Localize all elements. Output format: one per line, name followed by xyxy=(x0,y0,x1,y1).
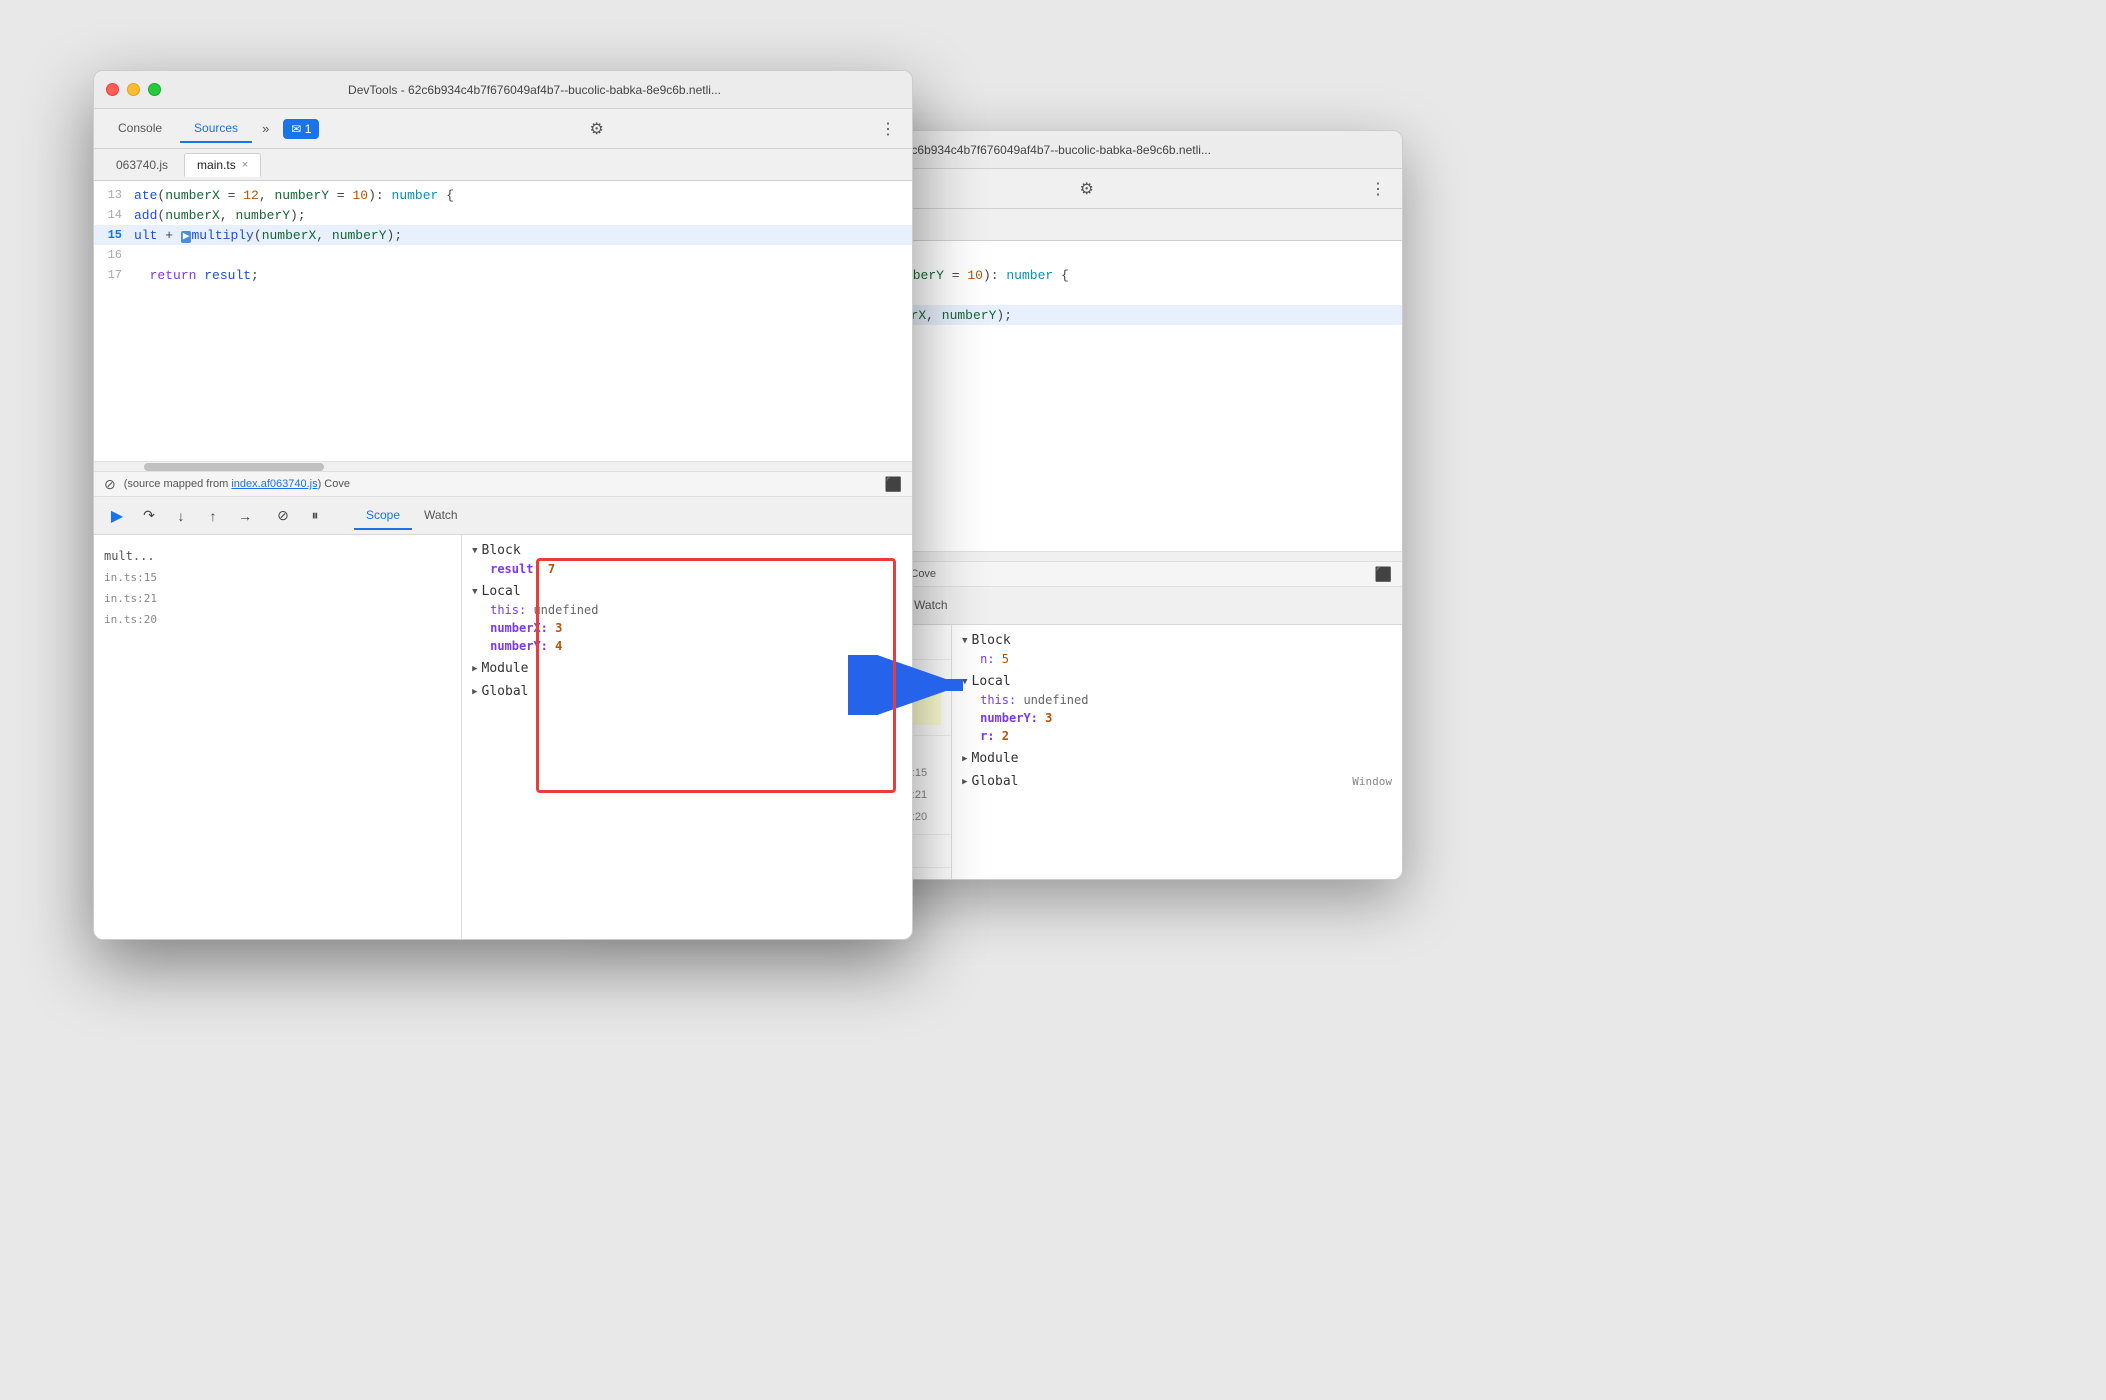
front-scope-local: ▼ Local this: undefined numberX: 3 numbe… xyxy=(472,582,902,655)
front-scope-prop-numberY[interactable]: numberY: 4 xyxy=(472,637,902,655)
scope-module: ▶ Module xyxy=(962,749,1392,768)
front-debugger-body: mult... in.ts:15 in.ts:21 in.ts:20 ▼ Blo… xyxy=(94,535,912,940)
more-vert-icon[interactable]: ⋮ xyxy=(1364,179,1392,199)
front-status-text: (source mapped from index.af063740.js) C… xyxy=(124,478,350,490)
front-scope-prop-result[interactable]: result: 7 xyxy=(472,560,902,578)
front-resume-button[interactable]: ▶ xyxy=(104,503,130,529)
scope-prop-r[interactable]: r: 2 xyxy=(962,727,1392,745)
front-scope-prop-numberX[interactable]: numberX: 3 xyxy=(472,619,902,637)
scope-module-header[interactable]: ▶ Module xyxy=(962,749,1392,768)
front-file-tab-main-ts[interactable]: main.ts × xyxy=(184,153,261,177)
front-code-line-15: 15 ult + ▶multiply(numberX, numberY); xyxy=(94,225,912,245)
front-left-panel: mult... in.ts:15 in.ts:21 in.ts:20 xyxy=(94,535,462,940)
front-right-panel: ▼ Block result: 7 ▼ Local xyxy=(462,535,912,940)
front-format-icon[interactable]: ⊘ xyxy=(104,476,116,493)
front-tab-console[interactable]: Console xyxy=(104,115,176,143)
gear-icon[interactable]: ⚙ xyxy=(1074,179,1100,199)
front-code-line-14: 14 add(numberX, numberY); xyxy=(94,205,912,225)
front-deactivate-button[interactable]: ⊘ xyxy=(270,503,296,529)
front-code-area: 13 ate(numberX = 12, numberY = 10): numb… xyxy=(94,181,912,461)
scope-local: ▼ Local this: undefined numberY: 3 r: 2 xyxy=(962,672,1392,745)
front-main-toolbar: Console Sources » ✉ 1 ⚙ ⋮ xyxy=(94,109,912,149)
scope-block-header[interactable]: ▼ Block xyxy=(962,631,1392,650)
front-source-map-link[interactable]: index.af063740.js xyxy=(231,478,317,490)
front-close-button[interactable] xyxy=(106,83,119,96)
blue-arrow xyxy=(848,655,978,720)
front-scope-block: ▼ Block result: 7 xyxy=(472,541,902,578)
back-right-panel: ▼ Block n: 5 ▼ Local xyxy=(952,625,1402,880)
front-scope-module-header[interactable]: ▶ Module xyxy=(472,659,902,678)
front-code-line-13: 13 ate(numberX = 12, numberY = 10): numb… xyxy=(94,185,912,205)
front-step-into-button[interactable]: ↓ xyxy=(168,503,194,529)
front-debugger-toolbar: ▶ ↷ ↓ ↑ → ⊘ ⏸ Scope Watch xyxy=(94,497,912,535)
front-scope-module: ▶ Module xyxy=(472,659,902,678)
front-file-tab-index-js[interactable]: 063740.js xyxy=(104,154,180,176)
front-call-item-ts21[interactable]: in.ts:21 xyxy=(104,588,451,609)
front-scope-tab-scope[interactable]: Scope xyxy=(354,502,412,530)
front-scope-tab-watch[interactable]: Watch xyxy=(412,502,470,530)
front-titlebar: DevTools - 62c6b934c4b7f676049af4b7--buc… xyxy=(94,71,912,109)
front-status-bar: ⊘ (source mapped from index.af063740.js)… xyxy=(94,471,912,497)
front-step-over-button[interactable]: ↷ xyxy=(136,503,162,529)
front-pause-on-exception-button[interactable]: ⏸ xyxy=(302,503,328,529)
front-scope-global: ▶ Global Window xyxy=(472,682,902,701)
front-minimize-button[interactable] xyxy=(127,83,140,96)
scope-prop-n[interactable]: n: 5 xyxy=(962,650,1392,668)
scope-prop-this[interactable]: this: undefined xyxy=(962,691,1392,709)
front-scope-block-header[interactable]: ▼ Block xyxy=(472,541,902,560)
front-scope-tree: ▼ Block result: 7 ▼ Local xyxy=(462,535,912,711)
scope-local-header[interactable]: ▼ Local xyxy=(962,672,1392,691)
front-scope-local-header[interactable]: ▼ Local xyxy=(472,582,902,601)
scope-global-header[interactable]: ▶ Global Window xyxy=(962,772,1392,791)
front-code-line-17: 17 return result; xyxy=(94,265,912,285)
front-code-line-blank: 16 xyxy=(94,245,912,265)
front-coverage-toggle[interactable]: ⬛ xyxy=(885,476,902,493)
scope-global: ▶ Global Window xyxy=(962,772,1392,791)
front-window-title: DevTools - 62c6b934c4b7f676049af4b7--buc… xyxy=(169,83,900,97)
front-maximize-button[interactable] xyxy=(148,83,161,96)
front-more-vert-icon[interactable]: ⋮ xyxy=(874,119,902,139)
front-chat-badge[interactable]: ✉ 1 xyxy=(283,119,319,139)
front-step-button[interactable]: → xyxy=(232,503,258,529)
front-more-tabs-icon[interactable]: » xyxy=(256,121,275,136)
front-scope-prop-this[interactable]: this: undefined xyxy=(472,601,902,619)
scope-block: ▼ Block n: 5 xyxy=(962,631,1392,668)
devtools-front-window: DevTools - 62c6b934c4b7f676049af4b7--buc… xyxy=(93,70,913,940)
front-scope-global-header[interactable]: ▶ Global Window xyxy=(472,682,902,701)
front-file-tab-close-icon[interactable]: × xyxy=(242,159,248,171)
front-file-tabs: 063740.js main.ts × xyxy=(94,149,912,181)
back-scope-tree: ▼ Block n: 5 ▼ Local xyxy=(952,625,1402,801)
front-gear-icon[interactable]: ⚙ xyxy=(584,119,610,139)
front-call-item-mult[interactable]: mult... xyxy=(104,545,451,567)
front-step-out-button[interactable]: ↑ xyxy=(200,503,226,529)
front-call-item-ts15[interactable]: in.ts:15 xyxy=(104,567,451,588)
front-code-scrollbar[interactable] xyxy=(94,461,912,471)
coverage-toggle[interactable]: ⬛ xyxy=(1375,566,1392,583)
front-tab-sources[interactable]: Sources xyxy=(180,115,252,143)
front-call-item-ts20[interactable]: in.ts:20 xyxy=(104,609,451,630)
scope-prop-numberY[interactable]: numberY: 3 xyxy=(962,709,1392,727)
